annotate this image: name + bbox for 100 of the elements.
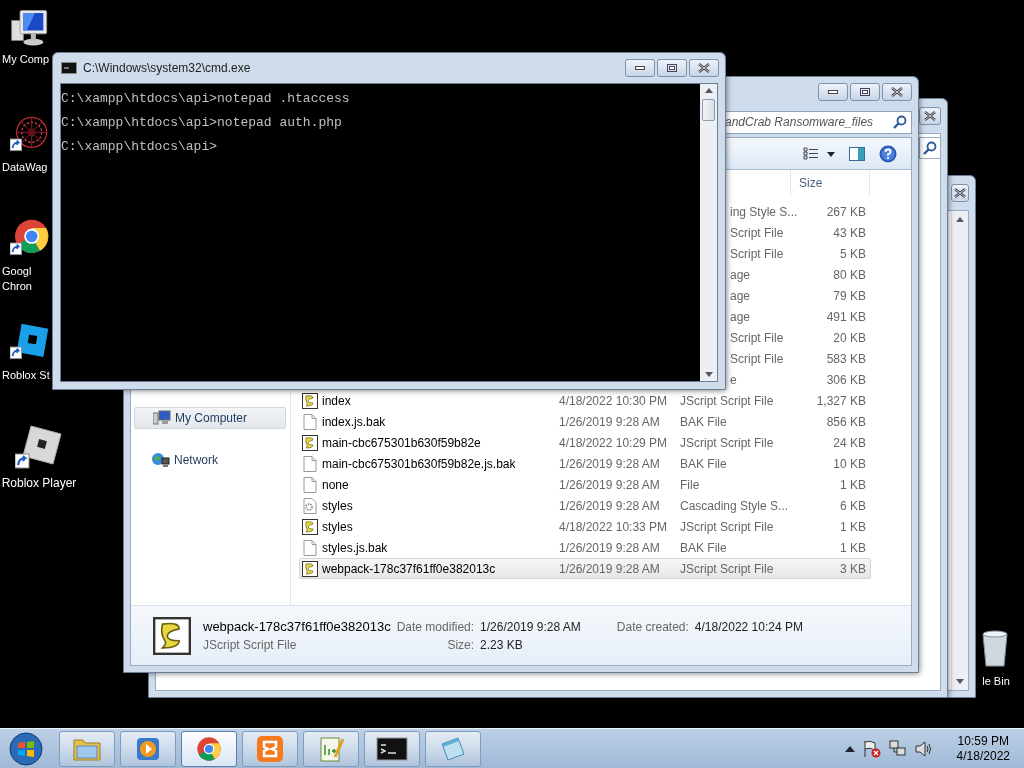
search-icon[interactable] xyxy=(893,115,907,129)
scrollbar[interactable] xyxy=(951,211,968,690)
file-name[interactable]: main-cbc675301b630f59b82e.js.bak xyxy=(322,456,516,471)
show-hidden-icons-icon[interactable] xyxy=(844,745,855,752)
maximize-button[interactable] xyxy=(657,59,687,77)
type-cell-text: File xyxy=(680,477,701,492)
console-line: C:\xampp\htdocs\api>notepad auth.php xyxy=(61,115,343,132)
icon-label: le Bin xyxy=(981,674,1010,689)
script-file-icon xyxy=(302,434,318,451)
scroll-down-arrow-icon[interactable] xyxy=(956,679,964,684)
scroll-thumb[interactable] xyxy=(702,99,715,121)
media-player-icon xyxy=(135,735,161,762)
file-icon xyxy=(302,413,318,430)
player-shortcut-icon[interactable] xyxy=(15,424,63,472)
file-name: webpack-178c37f61ff0e382013c xyxy=(203,619,391,634)
file-name[interactable]: styles xyxy=(322,519,353,534)
close-button[interactable] xyxy=(882,83,912,101)
file-type: JScript Script File xyxy=(203,638,298,652)
script-file-icon xyxy=(153,616,191,655)
file-name[interactable]: styles xyxy=(322,498,353,513)
detail-value: 1/26/2019 9:28 AM xyxy=(480,620,581,634)
column-header[interactable]: Size xyxy=(790,170,870,196)
volume-icon[interactable] xyxy=(914,739,933,758)
minimize-button[interactable] xyxy=(818,83,848,101)
maximize-button[interactable] xyxy=(850,83,880,101)
file-name[interactable]: main-cbc675301b630f59b82e xyxy=(322,435,481,450)
type-cell-text: BAK File xyxy=(680,456,728,471)
preview-pane-icon[interactable] xyxy=(849,146,865,161)
size-cell-text: 583 KB xyxy=(825,351,866,366)
file-name[interactable]: index xyxy=(322,393,351,408)
size-cell-text: 5 KB xyxy=(839,246,866,261)
scroll-down-arrow-icon[interactable] xyxy=(704,372,713,377)
scroll-up-arrow-icon[interactable] xyxy=(956,217,964,222)
taskbar-button[interactable] xyxy=(364,730,420,767)
icon-label: My Comp xyxy=(2,52,50,67)
type-cell-text: age xyxy=(730,267,752,282)
type-cell-text: JScript Script File xyxy=(680,519,775,534)
computer-icon xyxy=(153,410,171,426)
size-cell-text: 1 KB xyxy=(839,519,866,534)
size-cell-text: 3 KB xyxy=(839,561,866,576)
size-cell-text: 1 KB xyxy=(839,540,866,555)
nav-item[interactable]: My Computer xyxy=(134,407,286,429)
network-icon[interactable] xyxy=(888,739,907,758)
scrollbar[interactable] xyxy=(700,84,717,381)
date-cell-text: 1/26/2019 9:28 AM xyxy=(559,414,661,429)
size-cell-text: 1,327 KB xyxy=(815,393,866,408)
type-cell-text: age xyxy=(730,309,752,324)
file-row[interactable]: webpack-178c37f61ff0e382013c 1/26/2019 9:28 AM JScript Script File 3 KB xyxy=(299,558,871,579)
type-cell: ing Style S... xyxy=(730,204,796,219)
maximize-icon xyxy=(860,88,870,96)
close-button[interactable] xyxy=(689,59,719,77)
minimize-button[interactable] xyxy=(625,59,655,77)
recycle-bin-icon[interactable] xyxy=(980,630,1010,668)
type-cell-text: Script File xyxy=(730,225,785,240)
close-icon xyxy=(954,188,966,198)
nav-item[interactable]: Network xyxy=(134,449,286,471)
file-icon xyxy=(302,539,318,556)
type-cell-text: BAK File xyxy=(680,540,728,555)
chrome-icon xyxy=(195,734,223,763)
type-cell-text: Script File xyxy=(730,351,785,366)
help-icon[interactable] xyxy=(879,144,897,163)
type-cell-text: Cascading Style S... xyxy=(680,498,790,513)
scroll-up-arrow-icon[interactable] xyxy=(704,88,713,93)
date-cell-text: 1/26/2019 9:28 AM xyxy=(559,498,661,513)
file-name[interactable]: styles.js.bak xyxy=(322,540,388,555)
size-cell-text: 6 KB xyxy=(839,498,866,513)
flag-icon[interactable] xyxy=(862,739,881,758)
type-cell-text: Script File xyxy=(730,246,785,261)
file-name[interactable]: index.js.bak xyxy=(322,414,386,429)
type-cell-text: JScript Script File xyxy=(680,435,775,450)
size-cell-text: 79 KB xyxy=(832,288,866,303)
size-cell-text: 24 KB xyxy=(832,435,866,450)
minimize-icon xyxy=(635,66,645,70)
computer-icon[interactable] xyxy=(10,8,50,48)
date-cell-text: 1/26/2019 9:28 AM xyxy=(559,456,661,471)
file-name[interactable]: webpack-178c37f61ff0e382013c xyxy=(322,561,496,576)
start-button[interactable] xyxy=(6,729,46,768)
detail-label: Date created: xyxy=(616,620,689,634)
type-cell-text: JScript Script File xyxy=(680,393,775,408)
network-icon xyxy=(152,452,170,468)
file-name[interactable]: none xyxy=(322,477,349,492)
detail-value: 4/18/2022 10:24 PM xyxy=(694,620,803,634)
date-cell-text: 4/18/2022 10:29 PM xyxy=(559,435,669,450)
type-cell-text: JScript Script File xyxy=(680,561,775,576)
size-cell-text: 20 KB xyxy=(832,330,866,345)
close-icon xyxy=(698,63,710,73)
window-title: C:\Windows\system32\cmd.exe xyxy=(83,61,252,75)
icon-label: DataWag xyxy=(2,160,48,175)
size-cell-text: 43 KB xyxy=(832,225,866,240)
close-button[interactable] xyxy=(919,107,941,125)
script-file-icon xyxy=(302,392,318,409)
clock[interactable]: 10:59 PM 4/18/2022 xyxy=(956,733,1010,764)
size-cell-text: 10 KB xyxy=(832,456,866,471)
xampp-icon xyxy=(256,734,284,763)
type-cell-text: age xyxy=(730,288,752,303)
view-options-icon[interactable] xyxy=(803,146,835,161)
size-cell-text: 80 KB xyxy=(832,267,866,282)
close-button[interactable] xyxy=(951,184,969,202)
settings-file-icon xyxy=(302,497,318,514)
maximize-icon xyxy=(667,64,677,72)
